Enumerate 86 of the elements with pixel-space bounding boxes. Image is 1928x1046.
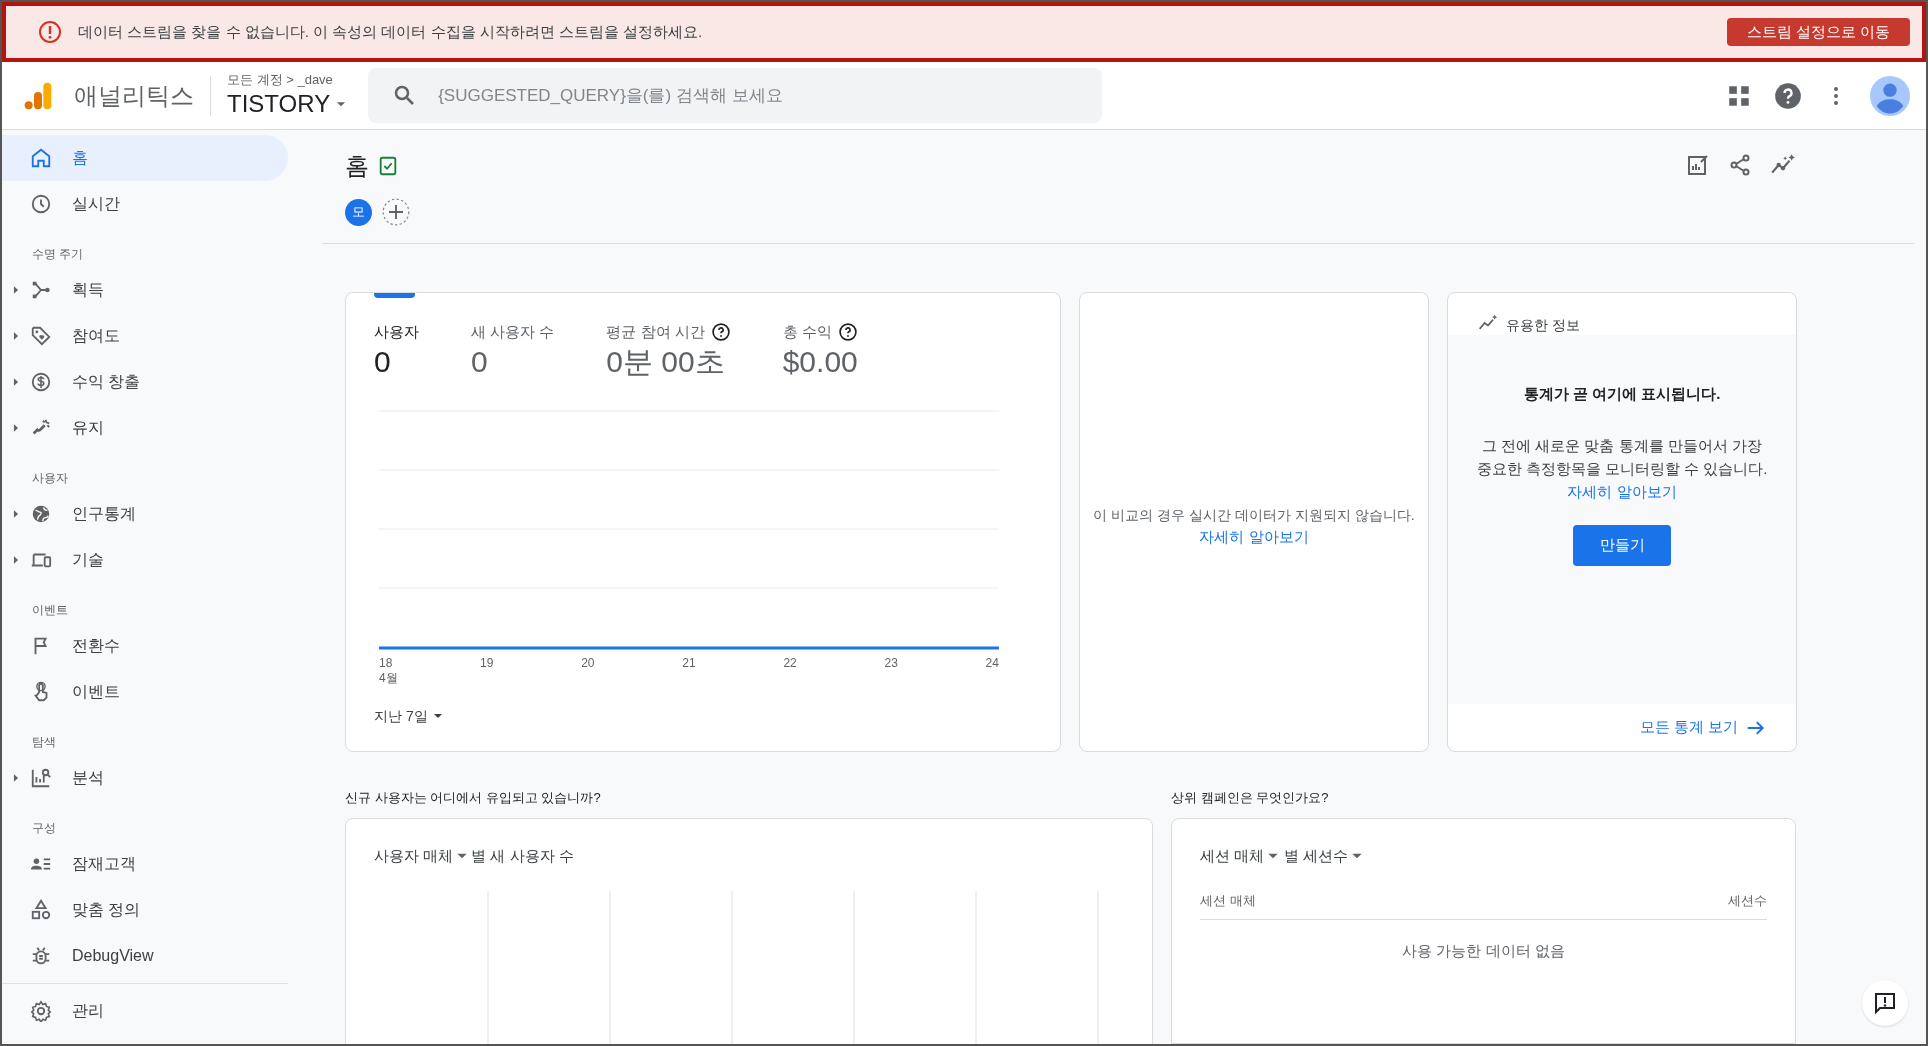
help-icon bbox=[837, 322, 858, 343]
expand-caret-icon bbox=[11, 331, 21, 341]
section-question: 신규 사용자는 어디에서 유입되고 있습니까? bbox=[345, 789, 602, 807]
error-icon bbox=[38, 20, 62, 44]
feedback-icon bbox=[1873, 991, 1897, 1015]
axis-label: 4월 bbox=[379, 671, 398, 684]
realtime-message: 이 비교의 경우 실시간 데이터가 지원되지 않습니다. bbox=[1093, 506, 1415, 526]
expand-caret-icon bbox=[11, 423, 21, 433]
verified-report-icon bbox=[377, 155, 399, 177]
product-name: 애널리틱스 bbox=[74, 80, 194, 111]
clock-icon bbox=[30, 193, 52, 215]
metric-label: 별 새 사용자 수 bbox=[471, 845, 574, 866]
card-title: 유용한 정보 bbox=[1506, 317, 1580, 333]
bug-icon bbox=[30, 945, 52, 967]
expand-caret-icon bbox=[11, 509, 21, 519]
help-icon bbox=[710, 322, 731, 343]
dollar-icon bbox=[30, 371, 52, 393]
comparison-chip[interactable]: 모 bbox=[345, 198, 372, 226]
metric-tab[interactable]: 사용자 0 bbox=[374, 293, 419, 380]
expand-caret-icon bbox=[11, 377, 21, 387]
nav-item[interactable]: 수익 창출 bbox=[2, 359, 288, 405]
nav-section-title: 이벤트 bbox=[31, 602, 69, 619]
view-all-insights-link[interactable]: 모든 통계 보기 bbox=[1639, 716, 1766, 739]
metric-tab[interactable]: 평균 참여 시간 0분 00초 bbox=[606, 293, 731, 380]
nav-item[interactable]: 인구통계 bbox=[2, 491, 288, 537]
learn-more-link[interactable]: 자세히 알아보기 bbox=[1567, 482, 1677, 500]
nav-item[interactable]: 홈 bbox=[2, 135, 288, 181]
nav-item[interactable]: 획득 bbox=[2, 267, 288, 313]
nav-item[interactable]: 유지 bbox=[2, 405, 288, 451]
learn-more-link[interactable]: 자세히 알아보기 bbox=[1199, 526, 1309, 549]
nav-item[interactable]: 참여도 bbox=[2, 313, 288, 359]
expand-caret-icon bbox=[11, 555, 21, 565]
column-header: 세션수 bbox=[1728, 892, 1767, 910]
feedback-button[interactable] bbox=[1862, 980, 1908, 1026]
home-icon bbox=[30, 147, 52, 169]
nav-item[interactable]: 이벤트 bbox=[2, 669, 288, 715]
expand-caret-icon bbox=[11, 285, 21, 295]
branch-icon bbox=[30, 279, 52, 301]
metric-dropdown[interactable]: 별 세션수 bbox=[1284, 844, 1365, 867]
axis-label: 18 bbox=[379, 654, 393, 672]
axis-label: 22 bbox=[783, 654, 797, 672]
nav-item[interactable]: 기술 bbox=[2, 537, 288, 583]
axis-label: 21 bbox=[682, 654, 696, 672]
dimension-dropdown[interactable]: 사용자 매체 bbox=[374, 844, 470, 867]
create-button[interactable]: 만들기 bbox=[1573, 524, 1671, 566]
globe-icon bbox=[30, 503, 52, 525]
nav-item[interactable]: 전환수 bbox=[2, 623, 288, 669]
edit-report-icon[interactable] bbox=[1686, 153, 1710, 177]
avatar-icon[interactable] bbox=[1870, 75, 1910, 116]
settings-icon bbox=[30, 1000, 52, 1022]
nav-section-title: 탐색 bbox=[31, 734, 57, 751]
empty-message: 사용 가능한 데이터 없음 bbox=[1401, 940, 1566, 961]
axis-label: 20 bbox=[581, 654, 595, 672]
insights-description: 그 전에 새로운 맞춤 통계를 만들어서 가장 중요한 측정항목을 모니터링할 수 있습니다. 자세히 알아보기 bbox=[1476, 435, 1768, 502]
chart-search-icon bbox=[30, 767, 52, 789]
metric-tab[interactable]: 새 사용자 수 0 bbox=[471, 293, 555, 380]
account-breadcrumb[interactable]: 모든 계정 > _dave bbox=[227, 71, 349, 88]
expand-caret-icon bbox=[11, 773, 21, 783]
banner-message: 데이터 스트림을 찾을 수 없습니다. 이 속성의 데이터 수집을 시작하려면 스트림을 설정하세요. bbox=[78, 21, 704, 42]
dimension-dropdown[interactable]: 세션 매체 bbox=[1200, 844, 1281, 867]
property-selector[interactable]: TISTORY bbox=[227, 87, 349, 120]
add-comparison-icon[interactable] bbox=[382, 198, 410, 226]
nav-item[interactable]: 관리 bbox=[2, 988, 288, 1034]
page-title: 홈 bbox=[345, 151, 369, 181]
date-range-dropdown[interactable]: 지난 7일 bbox=[374, 705, 444, 727]
nav-item[interactable]: DebugView bbox=[2, 933, 288, 979]
nav-item[interactable]: 맞춤 정의 bbox=[2, 887, 288, 933]
nav-item[interactable]: 실시간 bbox=[2, 181, 288, 227]
nav-item[interactable]: 분석 bbox=[2, 755, 288, 801]
nav-section-title: 수명 주기 bbox=[31, 246, 85, 263]
tag-icon bbox=[30, 325, 52, 347]
nav-section-title: 구성 bbox=[31, 820, 57, 837]
insights-heading: 통계가 곧 여기에 표시됩니다. bbox=[1523, 384, 1721, 404]
axis-label: 19 bbox=[480, 654, 494, 672]
share-icon[interactable] bbox=[1728, 153, 1752, 177]
column-header: 세션 매체 bbox=[1200, 892, 1256, 910]
help-icon[interactable] bbox=[1774, 81, 1802, 110]
search-field[interactable]: {SUGGESTED_QUERY}을(를) 검색해 보세요 bbox=[368, 68, 1103, 123]
section-question: 상위 캠페인은 무엇인가요? bbox=[1171, 789, 1330, 807]
nav-item[interactable]: 잠재고객 bbox=[2, 841, 288, 887]
axis-label: 23 bbox=[884, 654, 898, 672]
stream-settings-button[interactable]: 스트림 설정으로 이동 bbox=[1726, 18, 1910, 46]
nav-section-title: 사용자 bbox=[31, 470, 69, 487]
shapes-icon bbox=[30, 899, 52, 921]
axis-label: 24 bbox=[985, 654, 999, 672]
metric-tab[interactable]: 총 수익 $0.00 bbox=[782, 293, 858, 380]
